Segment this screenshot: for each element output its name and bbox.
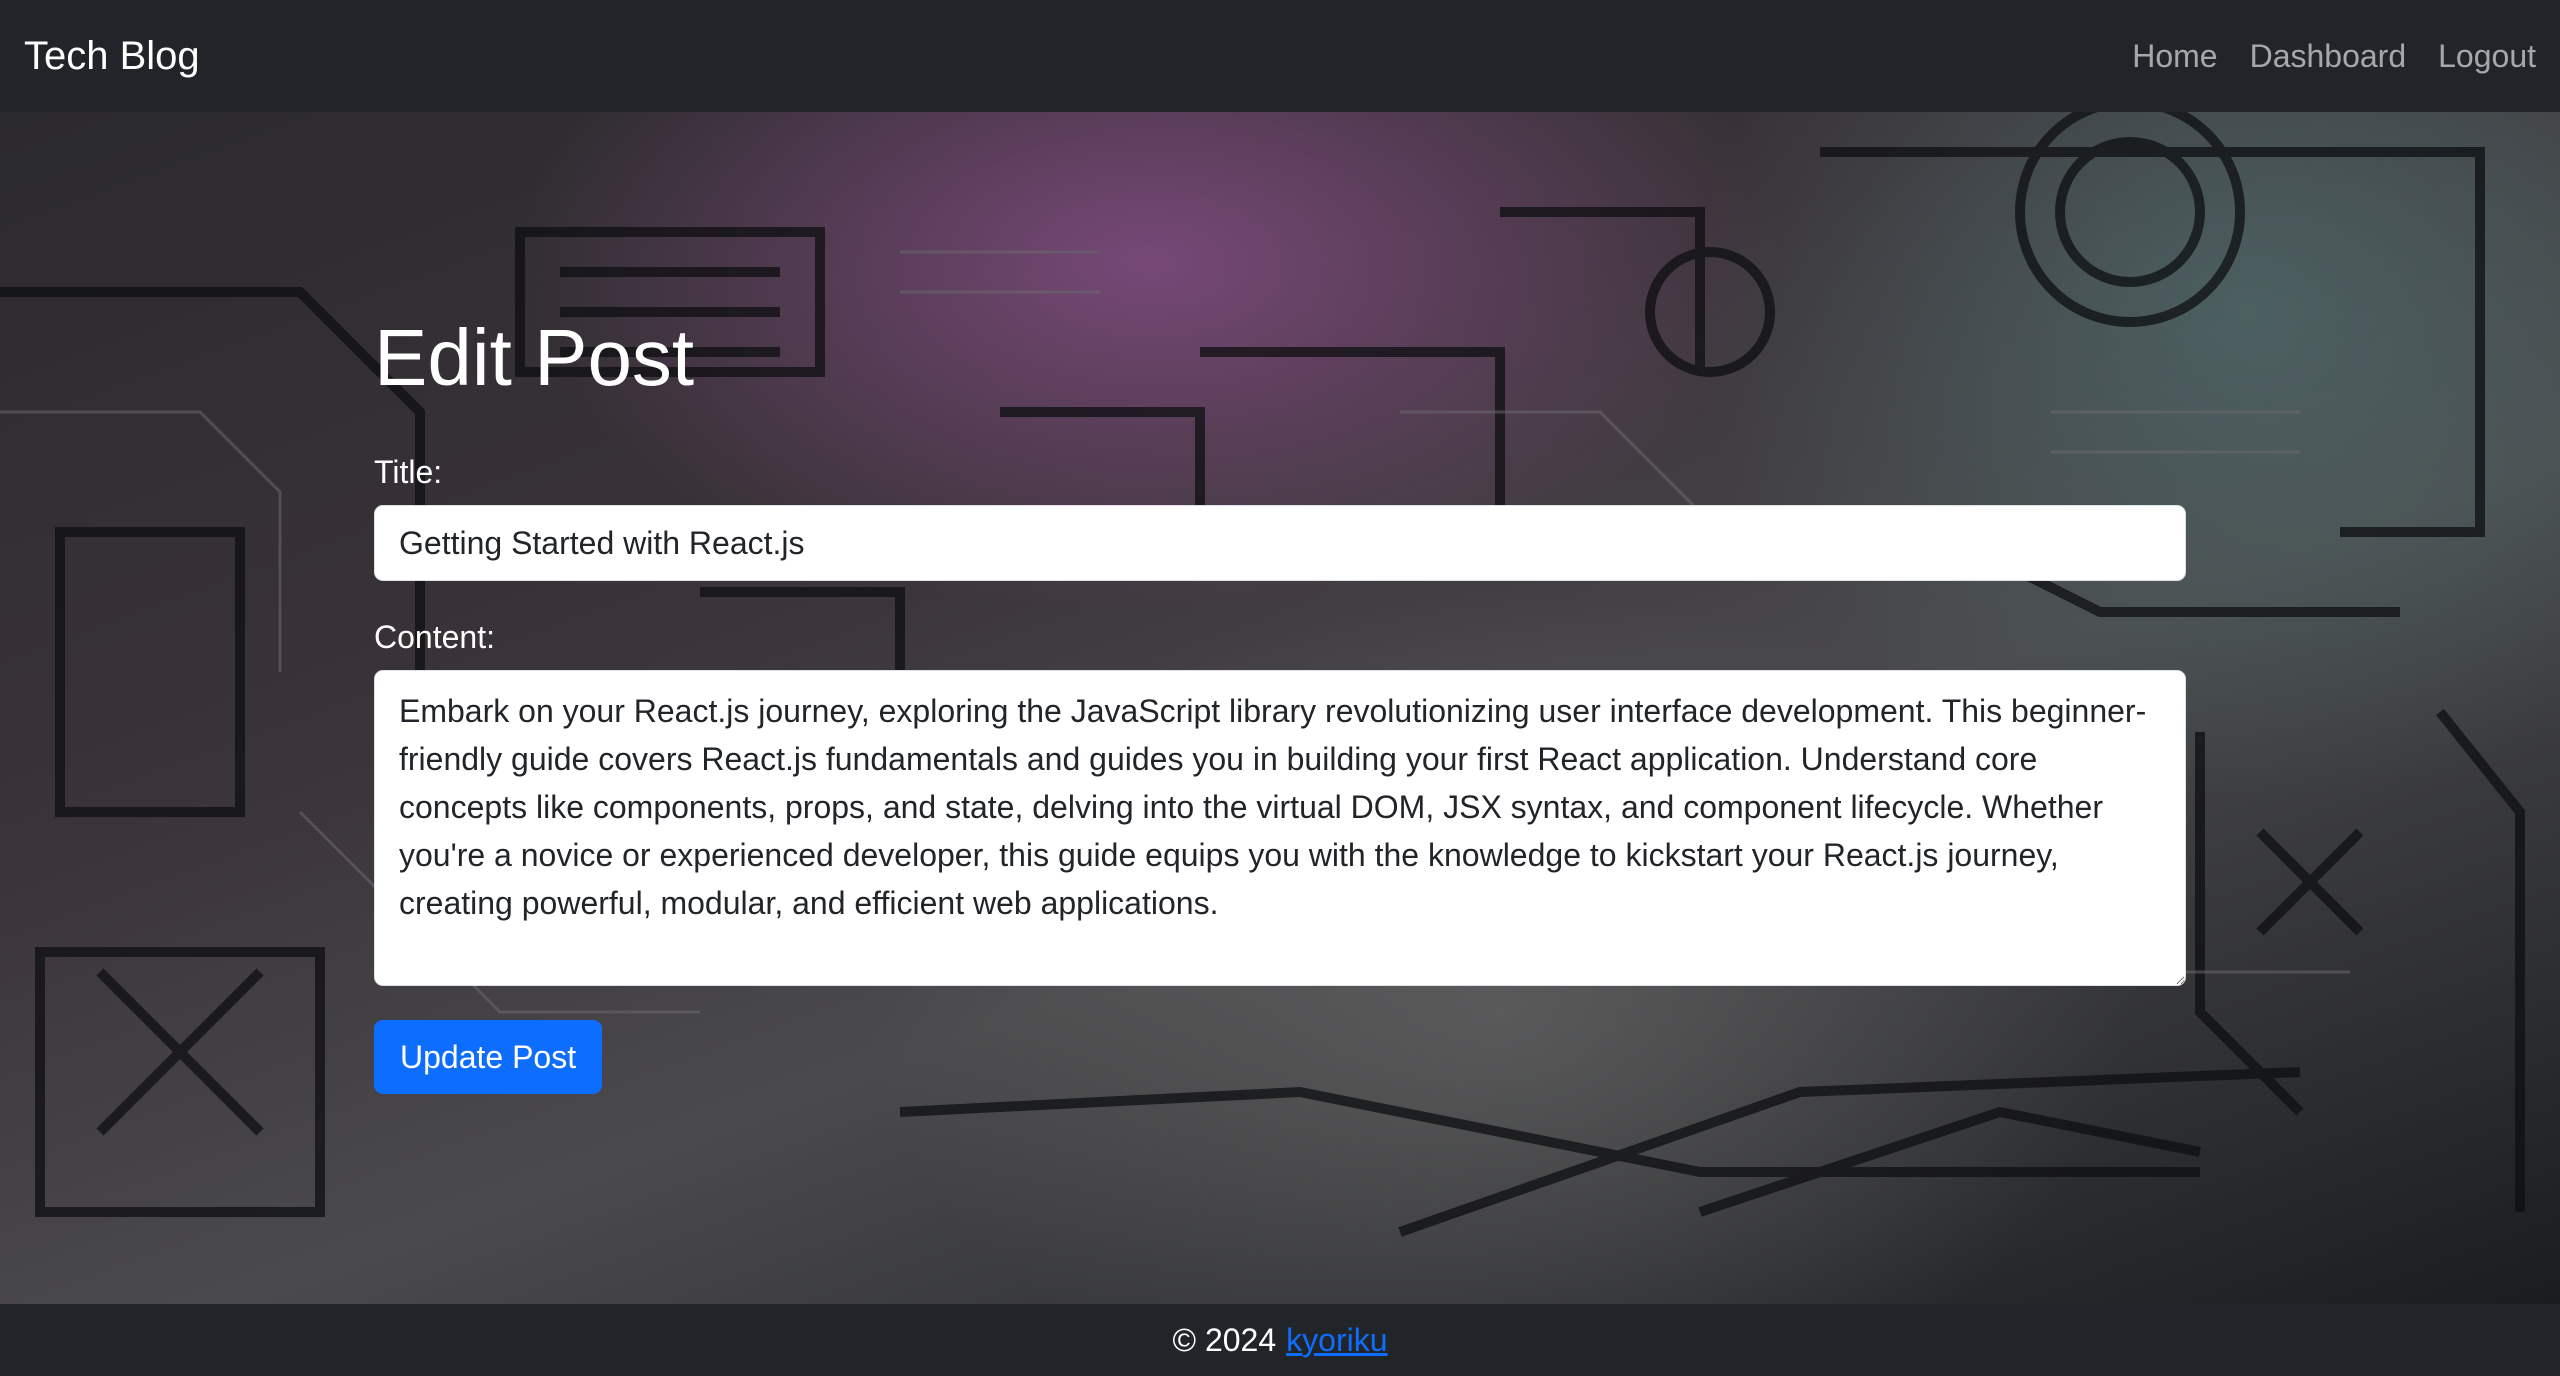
page: Tech Blog Home Dashboard Logout Edit Pos… — [0, 0, 2560, 1376]
footer-copyright: © 2024 — [1172, 1321, 1277, 1358]
content-label: Content: — [374, 619, 495, 655]
nav-link-logout[interactable]: Logout — [2438, 38, 2536, 75]
footer-author-link[interactable]: kyoriku — [1286, 1322, 1387, 1359]
update-post-button[interactable]: Update Post — [374, 1020, 603, 1094]
title-label: Title: — [374, 454, 443, 490]
nav-link-home[interactable]: Home — [2132, 38, 2217, 75]
navbar: Tech Blog Home Dashboard Logout — [0, 0, 2560, 112]
page-title: Edit Post — [374, 313, 695, 402]
footer: © 2024 kyoriku — [0, 1304, 2560, 1376]
title-input[interactable] — [374, 505, 2186, 581]
hero-background: Edit Post Title: Content: Embark on your… — [0, 112, 2560, 1304]
brand-link[interactable]: Tech Blog — [24, 34, 200, 79]
edit-post-form: Edit Post Title: Content: Embark on your… — [374, 312, 2186, 1094]
content-textarea[interactable]: Embark on your React.js journey, explori… — [374, 670, 2186, 986]
nav-links: Home Dashboard Logout — [2132, 38, 2536, 75]
nav-link-dashboard[interactable]: Dashboard — [2250, 38, 2407, 75]
